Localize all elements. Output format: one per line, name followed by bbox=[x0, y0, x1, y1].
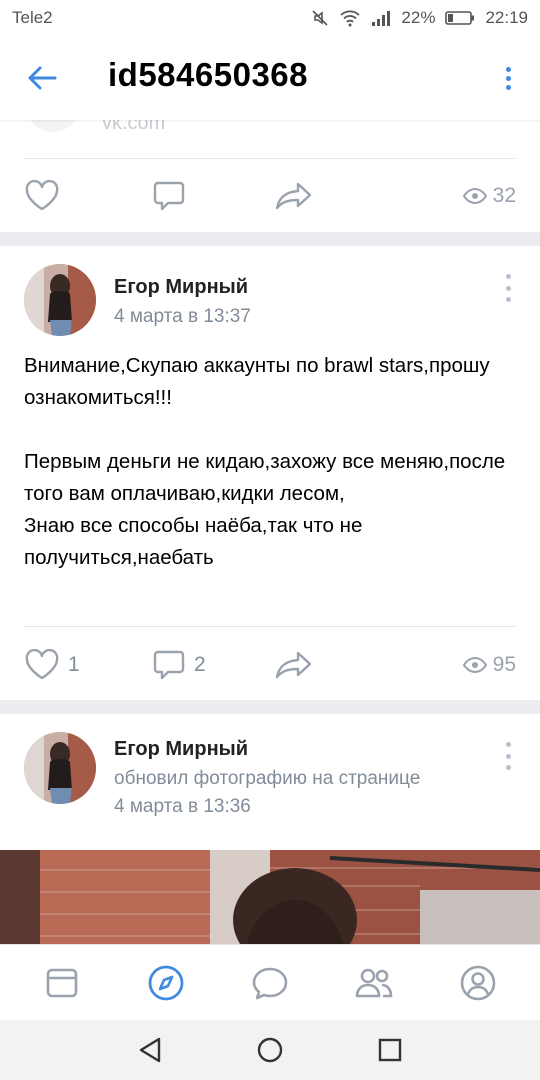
triangle-back-icon bbox=[139, 1037, 161, 1063]
square-recents-icon bbox=[378, 1038, 402, 1062]
status-icons: 22% 22:19 bbox=[311, 8, 528, 28]
comment-icon bbox=[153, 181, 185, 211]
system-navigation-bar bbox=[0, 1020, 540, 1080]
back-button[interactable] bbox=[24, 62, 60, 94]
post-action-text: обновил фотографию на странице bbox=[114, 768, 421, 789]
views-counter: 95 bbox=[462, 640, 516, 690]
post-text: Внимание,Скупаю аккаунты по brawl stars,… bbox=[24, 354, 506, 569]
bottom-tab-bar bbox=[0, 944, 540, 1020]
post-date[interactable]: 4 марта в 13:37 bbox=[114, 306, 251, 328]
dot-icon bbox=[505, 75, 511, 81]
post-card: vk.com 32 bbox=[0, 110, 540, 232]
mute-icon bbox=[312, 10, 328, 26]
comments-count: 2 bbox=[194, 653, 206, 676]
comment-icon bbox=[153, 650, 185, 680]
tab-profile[interactable] bbox=[448, 953, 508, 1013]
post-header: Егор Мирный обновил фотографию на страни… bbox=[0, 714, 540, 817]
tab-messages[interactable] bbox=[240, 953, 300, 1013]
divider bbox=[24, 626, 516, 627]
post-card: Егор Мирный 4 марта в 13:37 Внимание,Ску… bbox=[0, 246, 540, 700]
share-button[interactable] bbox=[274, 171, 314, 221]
post-menu-button[interactable] bbox=[504, 274, 512, 302]
circle-home-icon bbox=[257, 1037, 283, 1063]
dot-icon bbox=[505, 285, 511, 291]
post-photo[interactable] bbox=[0, 850, 540, 954]
comment-button[interactable]: 2 bbox=[152, 640, 206, 690]
photo-image bbox=[0, 850, 540, 954]
avatar[interactable] bbox=[24, 264, 96, 336]
eye-icon bbox=[462, 657, 487, 673]
views-count: 95 bbox=[492, 653, 516, 676]
author-name[interactable]: Егор Мирный bbox=[114, 276, 248, 299]
battery-icon bbox=[445, 11, 475, 25]
app-header: id584650368 bbox=[0, 36, 540, 120]
signal-icon bbox=[372, 11, 391, 26]
post-actions: 32 bbox=[0, 171, 540, 221]
system-recents-button[interactable] bbox=[372, 1032, 408, 1068]
battery-percent: 22% bbox=[401, 8, 436, 27]
avatar[interactable] bbox=[24, 732, 96, 804]
explore-icon bbox=[148, 965, 184, 1000]
avatar-photo bbox=[24, 732, 96, 804]
views-count: 32 bbox=[492, 184, 516, 207]
carrier-label: Tele2 bbox=[12, 8, 53, 27]
avatar-photo bbox=[24, 264, 96, 336]
post-header: Егор Мирный 4 марта в 13:37 bbox=[0, 246, 540, 346]
share-icon bbox=[275, 182, 312, 210]
friends-icon bbox=[355, 968, 393, 997]
dot-icon bbox=[505, 765, 511, 770]
divider bbox=[24, 158, 516, 159]
messages-icon bbox=[252, 967, 288, 999]
screen: Tele2 22% 22:19 id584650368 vk.com 32 Ег… bbox=[0, 0, 540, 1080]
share-icon bbox=[275, 651, 312, 679]
dot-icon bbox=[505, 742, 511, 747]
post-actions: 1 2 95 bbox=[0, 640, 540, 690]
tab-friends[interactable] bbox=[344, 953, 404, 1013]
comment-button[interactable] bbox=[152, 171, 186, 221]
post-date[interactable]: 4 марта в 13:36 bbox=[114, 796, 251, 818]
share-button[interactable] bbox=[274, 640, 314, 690]
dot-icon bbox=[505, 84, 511, 90]
page-title: id584650368 bbox=[108, 56, 309, 93]
dot-icon bbox=[505, 66, 511, 72]
wifi-icon bbox=[340, 10, 361, 27]
like-button[interactable] bbox=[24, 171, 60, 221]
tab-explore[interactable] bbox=[136, 953, 196, 1013]
views-counter: 32 bbox=[462, 171, 516, 221]
dot-icon bbox=[505, 753, 511, 759]
profile-icon bbox=[460, 965, 496, 1000]
status-bar: Tele2 22% 22:19 bbox=[0, 0, 540, 36]
system-home-button[interactable] bbox=[252, 1032, 288, 1068]
likes-count: 1 bbox=[68, 653, 80, 676]
clock: 22:19 bbox=[485, 8, 528, 27]
back-arrow-icon bbox=[28, 66, 57, 90]
dot-icon bbox=[505, 274, 511, 279]
like-button[interactable]: 1 bbox=[24, 640, 80, 690]
post-card: Егор Мирный обновил фотографию на страни… bbox=[0, 714, 540, 954]
eye-icon bbox=[462, 188, 487, 204]
heart-icon bbox=[25, 649, 59, 680]
header-menu-button[interactable] bbox=[500, 62, 516, 94]
heart-icon bbox=[25, 180, 59, 211]
post-menu-button[interactable] bbox=[504, 742, 512, 770]
dot-icon bbox=[505, 297, 511, 302]
news-icon bbox=[46, 968, 78, 997]
author-name[interactable]: Егор Мирный bbox=[114, 738, 248, 761]
tab-news[interactable] bbox=[32, 953, 92, 1013]
system-back-button[interactable] bbox=[132, 1032, 168, 1068]
